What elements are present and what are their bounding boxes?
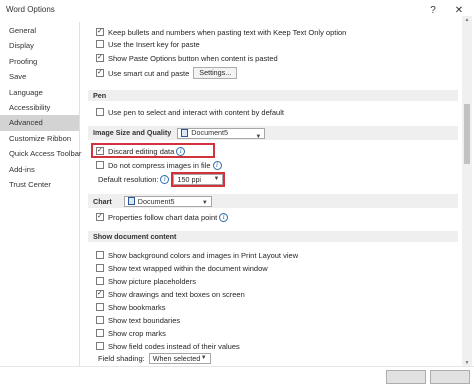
sidebar: General Display Proofing Save Language A… xyxy=(0,22,81,366)
ok-button[interactable] xyxy=(386,370,426,384)
show-item-4-checkbox[interactable] xyxy=(96,303,104,311)
cancel-button[interactable] xyxy=(430,370,470,384)
keep-bullets-label: Keep bullets and numbers when pasting te… xyxy=(108,27,347,37)
show-item-5-label: Show text boundaries xyxy=(108,315,181,325)
show-item-5-checkbox[interactable] xyxy=(96,316,104,324)
dialog-footer xyxy=(0,366,474,386)
show-item-7-checkbox[interactable] xyxy=(96,342,104,350)
sidebar-item-language[interactable]: Language xyxy=(0,85,79,100)
show-item-2[interactable]: Show picture placeholders xyxy=(96,275,196,287)
show-item-0-label: Show background colors and images in Pri… xyxy=(108,250,299,260)
show-item-3-label: Show drawings and text boxes on screen xyxy=(108,289,245,299)
field-shading-label: Field shading: xyxy=(98,354,145,363)
properties-follow-option[interactable]: Properties follow chart data point i xyxy=(96,211,229,223)
settings-button[interactable]: Settings... xyxy=(193,67,238,79)
use-pen-checkbox[interactable] xyxy=(96,108,104,116)
use-pen-option[interactable]: Use pen to select and interact with cont… xyxy=(96,106,284,118)
window-title: Word Options xyxy=(6,5,55,14)
field-shading-row: Field shading: When selected ▼ xyxy=(98,352,211,365)
show-item-0-checkbox[interactable] xyxy=(96,251,104,259)
show-item-1-label: Show text wrapped within the document wi… xyxy=(108,263,268,273)
show-item-1-checkbox[interactable] xyxy=(96,264,104,272)
sidebar-item-add-ins[interactable]: Add-ins xyxy=(0,162,79,177)
insert-key-option[interactable]: Use the Insert key for paste xyxy=(96,38,200,50)
field-shading-select[interactable]: When selected ▼ xyxy=(148,353,211,364)
no-compress-option[interactable]: Do not compress images in file i xyxy=(96,159,222,171)
options-content: Keep bullets and numbers when pasting te… xyxy=(84,16,460,368)
info-icon[interactable]: i xyxy=(176,146,186,156)
chevron-down-icon: ▼ xyxy=(213,175,220,182)
chart-document-value: Document5 xyxy=(137,196,175,206)
show-item-5[interactable]: Show text boundaries xyxy=(96,314,180,326)
show-item-7[interactable]: Show field codes instead of their values xyxy=(96,340,240,352)
discard-editing-option[interactable]: Discard editing data i xyxy=(96,145,186,157)
sidebar-item-accessibility[interactable]: Accessibility xyxy=(0,100,79,115)
no-compress-label: Do not compress images in file xyxy=(108,160,211,170)
default-resolution-row: Default resolution: i 150 ppi ▼ xyxy=(98,171,226,187)
image-size-document-select[interactable]: Document5 ▼ xyxy=(177,127,266,140)
properties-follow-checkbox[interactable] xyxy=(96,212,104,221)
paste-options-checkbox[interactable] xyxy=(96,53,104,62)
field-shading-value: When selected xyxy=(152,354,201,363)
show-content-header: Show document content xyxy=(88,231,458,242)
sidebar-item-quick-access-toolbar[interactable]: Quick Access Toolbar xyxy=(0,146,81,161)
info-icon[interactable]: i xyxy=(160,174,170,184)
chart-document-select[interactable]: Document5 ▼ xyxy=(123,195,212,207)
sidebar-item-general[interactable]: General xyxy=(0,23,79,38)
show-item-2-checkbox[interactable] xyxy=(96,277,104,285)
show-item-3[interactable]: Show drawings and text boxes on screen xyxy=(96,288,245,300)
image-size-title: Image Size and Quality xyxy=(93,128,172,137)
smart-cut-label: Use smart cut and paste xyxy=(108,68,190,78)
scroll-up-icon[interactable]: ▲ xyxy=(462,16,472,25)
keep-bullets-checkbox[interactable] xyxy=(96,27,104,36)
paste-options-label: Show Paste Options button when content i… xyxy=(108,53,278,63)
show-item-0[interactable]: Show background colors and images in Pri… xyxy=(96,249,298,261)
show-item-6-checkbox[interactable] xyxy=(96,329,104,337)
show-item-7-label: Show field codes instead of their values xyxy=(108,341,240,351)
default-resolution-value: 150 ppi xyxy=(177,174,202,184)
image-size-header: Image Size and Quality Document5 ▼ xyxy=(88,126,458,140)
sidebar-item-advanced[interactable]: Advanced xyxy=(0,115,79,131)
chevron-down-icon: ▼ xyxy=(201,199,208,206)
pen-header: Pen xyxy=(88,90,458,101)
info-icon[interactable]: i xyxy=(219,212,229,222)
sidebar-item-proofing[interactable]: Proofing xyxy=(0,54,79,69)
show-item-6-label: Show crop marks xyxy=(108,328,166,338)
discard-editing-checkbox[interactable] xyxy=(96,146,104,155)
word-document-icon xyxy=(181,129,189,137)
chevron-down-icon: ▼ xyxy=(200,355,207,361)
paste-options-option[interactable]: Show Paste Options button when content i… xyxy=(96,52,278,64)
insert-key-checkbox[interactable] xyxy=(96,40,104,48)
show-item-2-label: Show picture placeholders xyxy=(108,276,196,286)
insert-key-label: Use the Insert key for paste xyxy=(108,39,200,49)
show-item-4[interactable]: Show bookmarks xyxy=(96,301,166,313)
show-item-6[interactable]: Show crop marks xyxy=(96,327,166,339)
chevron-down-icon: ▼ xyxy=(255,133,262,140)
chart-header: Chart Document5 ▼ xyxy=(88,194,458,208)
sidebar-item-display[interactable]: Display xyxy=(0,38,79,53)
default-resolution-select[interactable]: 150 ppi ▼ xyxy=(171,171,226,187)
image-size-document-value: Document5 xyxy=(191,128,229,137)
smart-cut-option[interactable]: Use smart cut and paste Settings... xyxy=(96,66,238,80)
scrollbar-thumb[interactable] xyxy=(464,104,470,164)
properties-follow-label: Properties follow chart data point xyxy=(108,212,218,222)
use-pen-label: Use pen to select and interact with cont… xyxy=(108,107,284,117)
sidebar-item-trust-center[interactable]: Trust Center xyxy=(0,177,79,192)
keep-bullets-option[interactable]: Keep bullets and numbers when pasting te… xyxy=(96,26,346,38)
word-document-icon xyxy=(127,197,135,205)
smart-cut-checkbox[interactable] xyxy=(96,68,104,77)
no-compress-checkbox[interactable] xyxy=(96,161,104,169)
sidebar-item-save[interactable]: Save xyxy=(0,69,79,84)
show-item-1[interactable]: Show text wrapped within the document wi… xyxy=(96,262,268,274)
default-resolution-label: Default resolution: xyxy=(98,174,159,184)
chart-title: Chart xyxy=(93,196,112,206)
info-icon[interactable]: i xyxy=(212,160,222,170)
sidebar-item-customize-ribbon[interactable]: Customize Ribbon xyxy=(0,131,79,146)
show-item-4-label: Show bookmarks xyxy=(108,302,166,312)
discard-editing-label: Discard editing data xyxy=(108,146,175,156)
show-item-3-checkbox[interactable] xyxy=(96,289,104,298)
vertical-scrollbar[interactable]: ▲ ▼ xyxy=(462,16,472,368)
